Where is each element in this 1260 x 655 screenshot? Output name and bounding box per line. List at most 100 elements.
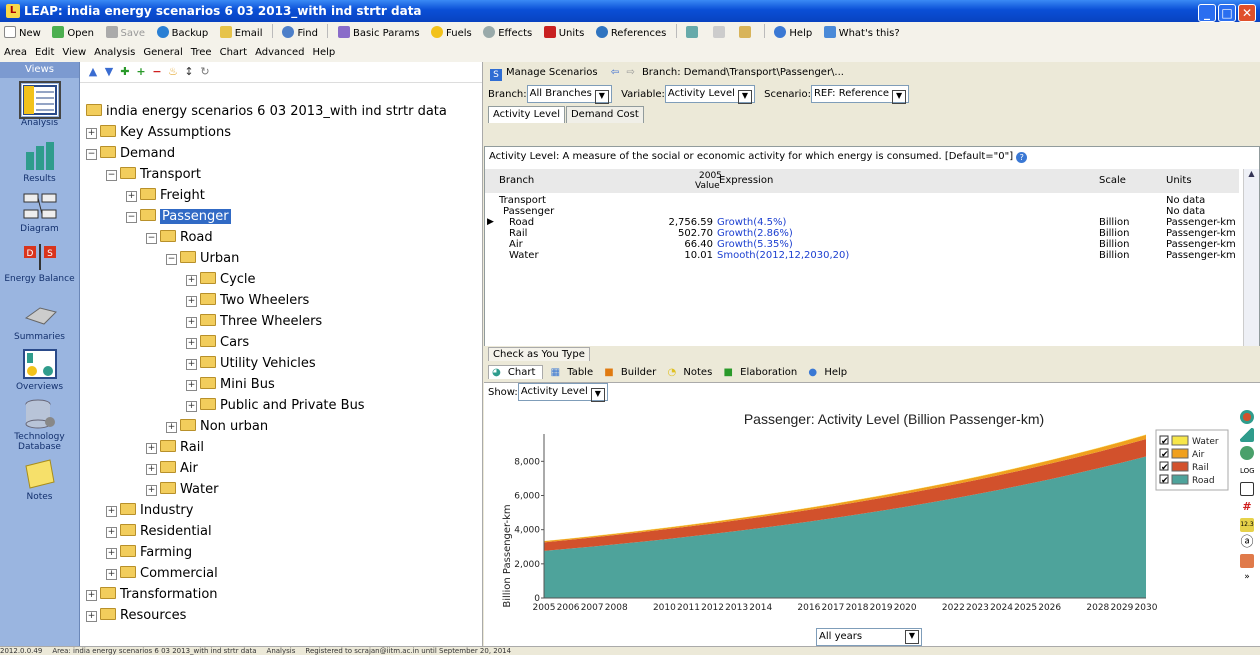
number-format-icon[interactable]: 12.3 [1240, 518, 1254, 532]
tree-node[interactable]: + Rail [146, 438, 204, 458]
export-icon[interactable] [1240, 554, 1254, 568]
expand-icon[interactable]: + [86, 590, 97, 601]
move-down-icon[interactable]: ▼ [102, 62, 116, 82]
view-results[interactable]: Results [0, 140, 79, 184]
log-scale-icon[interactable]: LOG [1240, 464, 1255, 478]
pie-chart-icon[interactable] [1240, 410, 1254, 424]
expand-icon[interactable]: + [146, 443, 157, 454]
delete-icon[interactable]: − [150, 62, 164, 82]
view-diagram[interactable]: Diagram [0, 190, 79, 234]
tab-table[interactable]: ▦ Table [551, 367, 598, 378]
collapse-icon[interactable]: − [126, 212, 137, 223]
whats-this-button[interactable]: What's this? [820, 23, 904, 45]
tree-node[interactable]: + Farming [106, 543, 192, 563]
table-row[interactable]: Water 10.01 Smooth(2012,12,2030,20) Billion… [485, 250, 1239, 261]
tree-node[interactable]: + Freight [126, 186, 205, 206]
expand-icon[interactable]: + [126, 191, 137, 202]
new-button[interactable]: New [0, 23, 45, 45]
expand-icon[interactable]: + [166, 422, 177, 433]
menu-general[interactable]: General [139, 47, 186, 58]
menu-help[interactable]: Help [308, 47, 339, 58]
table-row[interactable]: ▶ Road 2,756.59 Growth(4.5%) Billion Passenge… [485, 217, 1239, 228]
tree-node[interactable]: + Resources [86, 606, 186, 626]
forward-arrow-icon[interactable]: ⇨ [626, 67, 634, 78]
tree-node[interactable]: + Mini Bus [186, 375, 275, 395]
tree-node[interactable]: − Transport [106, 165, 201, 185]
properties-icon[interactable]: ♨ [166, 62, 180, 82]
menu-view[interactable]: View [58, 47, 90, 58]
open-button[interactable]: Open [48, 23, 98, 45]
expand-icon[interactable]: + [186, 359, 197, 370]
grid-vertical-scrollbar[interactable]: ▲ ▼ [1243, 169, 1259, 367]
menu-area[interactable]: Area [0, 47, 31, 58]
table-row[interactable]: Transport No data [485, 195, 1239, 206]
expand-icon[interactable]: + [106, 548, 117, 559]
back-arrow-icon[interactable]: ⇦ [611, 67, 619, 78]
minimize-button[interactable]: _ [1198, 4, 1216, 22]
tree-node[interactable]: + Cycle [186, 270, 256, 290]
view-summaries[interactable]: Summaries [0, 298, 79, 342]
expand-icon[interactable]: + [146, 464, 157, 475]
tree-node[interactable]: + Water [146, 480, 218, 500]
tree-node[interactable]: − Demand [86, 144, 175, 164]
fuels-button[interactable]: Fuels [427, 23, 476, 45]
tab-elaboration[interactable]: ■ Elaboration [723, 367, 801, 378]
expand-icon[interactable]: + [186, 338, 197, 349]
refresh-icon[interactable]: ↻ [198, 62, 212, 82]
branch-select[interactable]: All Branches ▼ [526, 85, 612, 104]
expand-icon[interactable]: + [106, 569, 117, 580]
references-button[interactable]: References [592, 23, 671, 45]
basic-params-button[interactable]: Basic Params [334, 23, 424, 45]
globe-icon[interactable] [1240, 446, 1254, 460]
tab-chart[interactable]: ◕ Chart [488, 365, 544, 379]
expand-icon[interactable]: + [186, 296, 197, 307]
show-select[interactable]: Activity Level ▼ [517, 383, 608, 402]
tree-node[interactable]: + Utility Vehicles [186, 354, 316, 374]
tree-node[interactable]: + Public and Private Bus [186, 396, 365, 416]
tool-button-b[interactable] [709, 23, 732, 45]
tree-node[interactable]: + Two Wheelers [186, 291, 309, 311]
scroll-up-icon[interactable]: ▲ [1244, 169, 1259, 178]
maximize-button[interactable]: □ [1218, 4, 1236, 22]
help-button[interactable]: Help [770, 23, 816, 45]
expand-icon[interactable]: + [186, 275, 197, 286]
tab-notes[interactable]: ◔ Notes [667, 367, 716, 378]
table-row[interactable]: Passenger No data [485, 206, 1239, 217]
menu-advanced[interactable]: Advanced [251, 47, 308, 58]
expand-icon[interactable]: + [186, 401, 197, 412]
view-analysis[interactable]: Analysis [0, 81, 79, 128]
view-overviews[interactable]: Overviews [0, 348, 79, 392]
scenario-select[interactable]: REF: Reference ▼ [810, 85, 910, 104]
tree-node[interactable]: − Road [146, 228, 213, 248]
collapse-icon[interactable]: − [106, 170, 117, 181]
tree-node-selected[interactable]: − Passenger [126, 207, 231, 227]
more-chevron-icon[interactable]: » [1240, 572, 1254, 586]
expand-icon[interactable]: + [146, 485, 157, 496]
menu-analysis[interactable]: Analysis [90, 47, 139, 58]
expand-icon[interactable]: + [86, 128, 97, 139]
tree-node[interactable]: + Transformation [86, 585, 218, 605]
manage-scenarios-button[interactable]: S Manage Scenarios [490, 67, 598, 81]
view-energy-balance[interactable]: DS Energy Balance [0, 240, 79, 284]
expand-icon[interactable]: + [86, 611, 97, 622]
table-row[interactable]: Air 66.40 Growth(5.35%) Billion Passenger-km [485, 239, 1239, 250]
tool-button-a[interactable] [682, 23, 705, 45]
add-branch-icon[interactable]: ✚ [118, 62, 132, 82]
find-button[interactable]: Find [278, 23, 322, 45]
email-button[interactable]: Email [216, 23, 267, 45]
add-icon[interactable]: + [134, 62, 148, 82]
view-notes[interactable]: Notes [0, 458, 79, 502]
expand-icon[interactable]: + [106, 506, 117, 517]
table-row[interactable]: Rail 502.70 Growth(2.86%) Billion Passenger-… [485, 228, 1239, 239]
tree-node-root[interactable]: india energy scenarios 6 03 2013_with in… [86, 102, 447, 122]
tree-node[interactable]: + Cars [186, 333, 249, 353]
collapse-icon[interactable]: − [86, 149, 97, 160]
grid-icon[interactable]: # [1240, 500, 1254, 514]
tree-node[interactable]: + Residential [106, 522, 212, 542]
table-view-icon[interactable] [1240, 482, 1254, 496]
collapse-icon[interactable]: − [166, 254, 177, 265]
tool-button-c[interactable] [735, 23, 758, 45]
variable-select[interactable]: Activity Level ▼ [664, 85, 755, 104]
tree-node[interactable]: + Key Assumptions [86, 123, 231, 143]
move-up-icon[interactable]: ▲ [86, 62, 100, 82]
